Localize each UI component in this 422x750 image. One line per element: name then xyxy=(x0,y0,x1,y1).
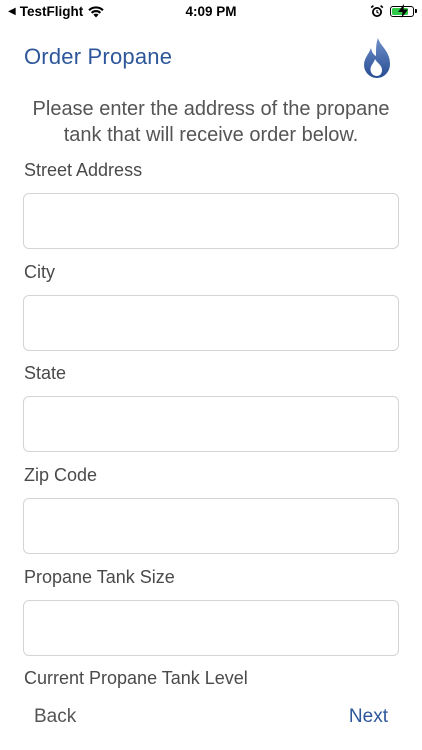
zip-code-label: Zip Code xyxy=(24,465,98,485)
street-address-input[interactable] xyxy=(23,193,399,249)
city-label: City xyxy=(24,262,55,282)
zip-code-input[interactable] xyxy=(23,498,399,554)
back-button[interactable]: Back xyxy=(34,706,76,728)
state-label: State xyxy=(24,363,67,383)
address-form: Street Address City State Zip Code Propa… xyxy=(0,0,422,690)
tank-level-label: Current Propane Tank Level xyxy=(24,668,248,688)
order-propane-screen: ◀ TestFlight 4:09 PM Order Propane Pleas… xyxy=(0,0,422,750)
tank-size-input[interactable] xyxy=(23,600,399,656)
city-input[interactable] xyxy=(23,295,399,351)
tank-size-label: Propane Tank Size xyxy=(24,567,175,587)
next-button[interactable]: Next xyxy=(349,706,388,728)
street-address-label: Street Address xyxy=(24,160,143,180)
bottom-navigation: Back Next xyxy=(0,692,422,750)
state-input[interactable] xyxy=(23,396,399,452)
